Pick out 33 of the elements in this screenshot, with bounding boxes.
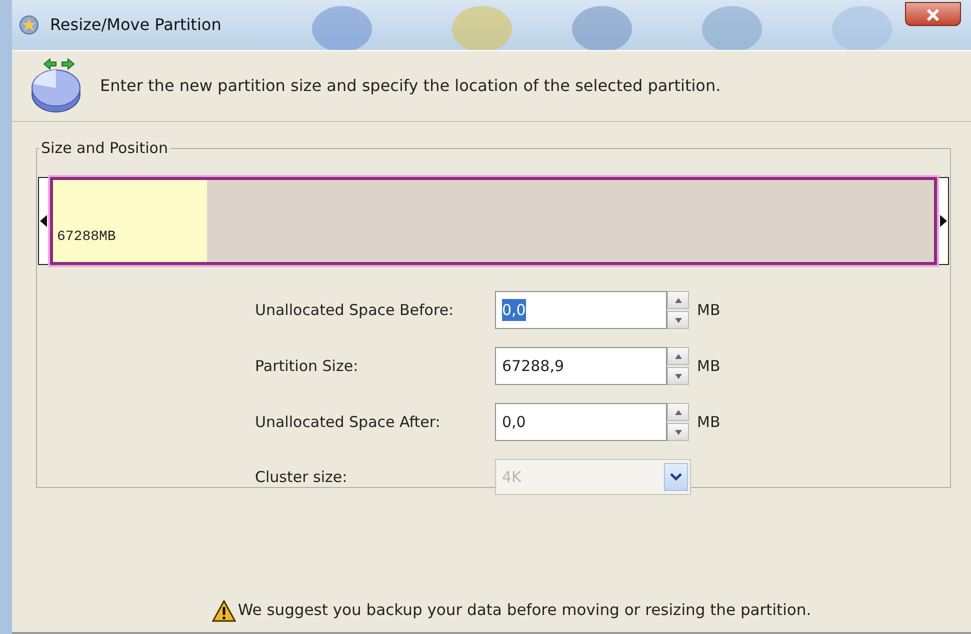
close-icon bbox=[926, 8, 940, 21]
blurred-desktop-icon bbox=[452, 6, 512, 50]
number-field[interactable]: 0,0 bbox=[495, 403, 667, 441]
spin-up-button[interactable] bbox=[667, 347, 689, 365]
number-field[interactable]: 67288,9 bbox=[495, 347, 667, 385]
spin-down-button[interactable] bbox=[667, 367, 689, 385]
partition-bar[interactable]: 67288MB bbox=[50, 177, 937, 265]
app-icon bbox=[18, 14, 40, 36]
warning-icon bbox=[212, 600, 236, 622]
field-label: Cluster size: bbox=[255, 466, 348, 488]
field-label: Unallocated Space After: bbox=[255, 412, 442, 433]
window-title: Resize/Move Partition bbox=[50, 14, 222, 36]
up-arrow-icon bbox=[674, 410, 682, 414]
unit-label: MB bbox=[697, 412, 720, 433]
unit-label: MB bbox=[697, 300, 720, 321]
partition-size-label: 67288MB bbox=[57, 228, 116, 247]
spin-down-button[interactable] bbox=[667, 311, 689, 329]
spin-up-button[interactable] bbox=[667, 291, 689, 309]
warning-text: We suggest you backup your data before moving or resizing the partition. bbox=[238, 600, 812, 621]
spin-down-button[interactable] bbox=[667, 423, 689, 441]
down-arrow-icon bbox=[674, 318, 682, 322]
spin-up-button[interactable] bbox=[667, 403, 689, 421]
close-button[interactable] bbox=[905, 2, 961, 26]
down-arrow-icon bbox=[674, 374, 682, 378]
instruction-text: Enter the new partition size and specify the location of the selected partition. bbox=[100, 75, 721, 97]
number-field[interactable]: 0,0 bbox=[495, 291, 667, 329]
up-arrow-icon bbox=[674, 354, 682, 358]
chevron-down-icon bbox=[670, 473, 682, 481]
field-label: Unallocated Space Before: bbox=[255, 300, 455, 321]
up-arrow-icon bbox=[674, 298, 682, 302]
unit-label: MB bbox=[697, 356, 720, 377]
down-arrow-icon bbox=[674, 430, 682, 434]
field-label: Partition Size: bbox=[255, 356, 360, 377]
